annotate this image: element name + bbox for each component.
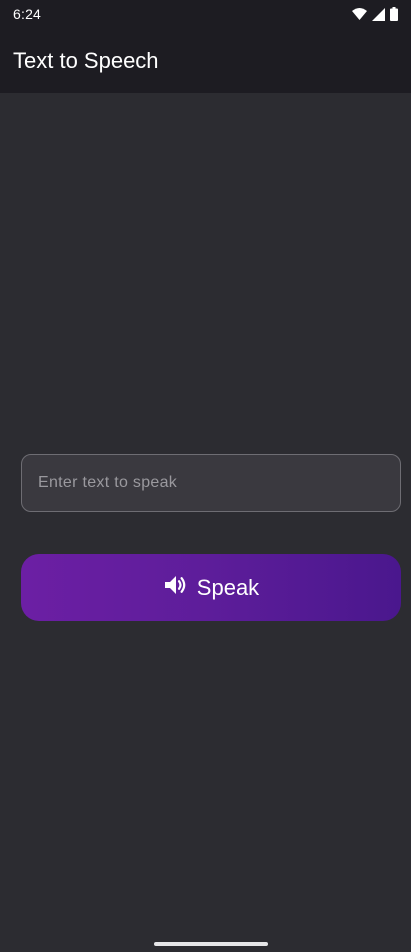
cell-signal-icon [372,7,385,21]
speak-button[interactable]: Speak [21,554,401,621]
speech-text-input[interactable] [38,455,400,511]
app-title: Text to Speech [13,47,159,73]
volume-icon [163,573,187,602]
status-icons [352,7,398,21]
text-input-field[interactable] [21,454,401,512]
screen: 6:24 Text to Speech Enter text to speak … [0,0,411,952]
battery-icon [390,7,398,21]
speak-button-label: Speak [196,574,260,600]
wifi-icon [352,8,367,20]
app-bar: Text to Speech [0,28,411,93]
gesture-nav-bar[interactable] [154,942,268,946]
status-bar: 6:24 [0,0,411,28]
status-time: 6:24 [13,6,42,22]
